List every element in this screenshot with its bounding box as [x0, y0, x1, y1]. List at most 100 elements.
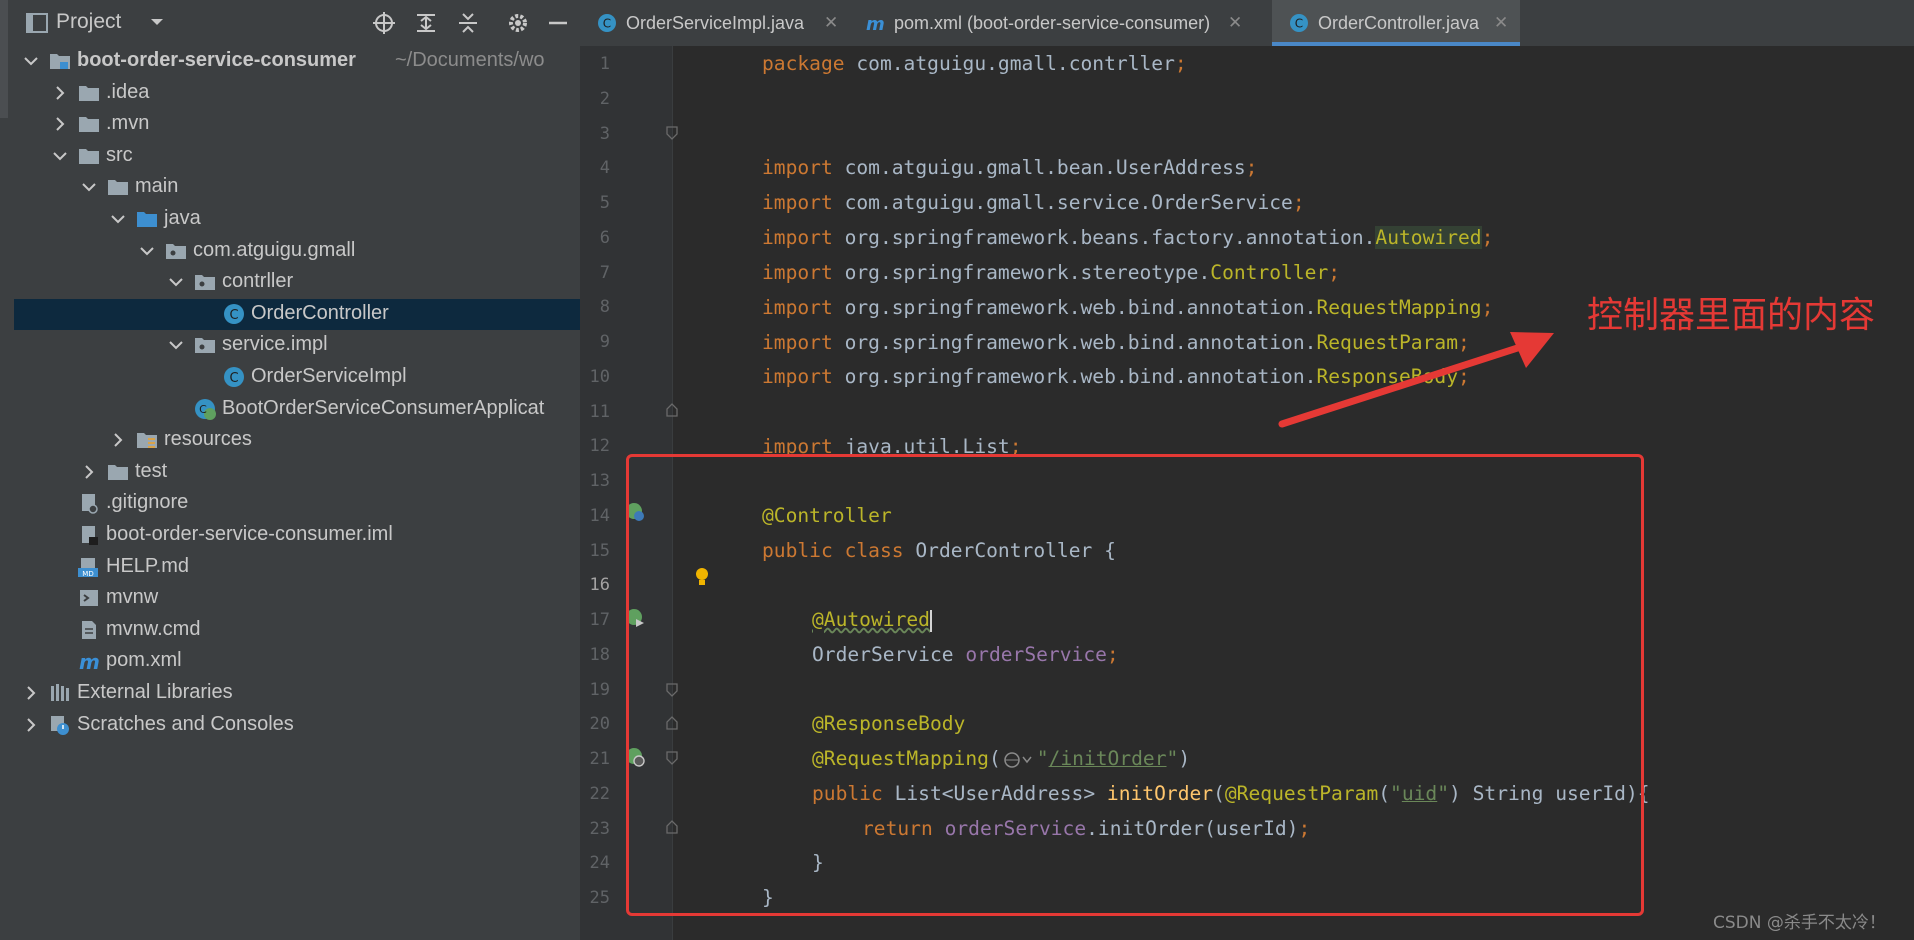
line-number: 9 — [599, 332, 610, 352]
line-number: 7 — [599, 262, 610, 283]
java-class-icon: C — [222, 302, 246, 326]
tab-label: OrderController.java — [1318, 13, 1480, 33]
tree-item-label: mvnw.cmd — [106, 617, 201, 640]
chevron-right-icon[interactable] — [49, 113, 71, 135]
locate-file-icon[interactable] — [371, 10, 397, 36]
folder-icon — [77, 112, 101, 136]
chevron-down-icon[interactable] — [78, 176, 100, 198]
line-number: 5 — [599, 193, 610, 213]
chevron-down-icon[interactable] — [165, 271, 187, 293]
project-panel-title[interactable]: Project — [56, 10, 121, 34]
svg-text:m: m — [79, 650, 100, 673]
tree-item[interactable]: Scratches and Consoles — [14, 710, 580, 741]
tree-item[interactable]: boot-order-service-consumer ~/Documents/w… — [14, 46, 580, 77]
tree-item[interactable]: service.impl — [14, 330, 580, 361]
close-icon[interactable]: ✕ — [824, 13, 838, 33]
tree-item[interactable]: m pom.xml — [14, 646, 580, 677]
java-class-icon: C — [1290, 14, 1308, 32]
hide-panel-icon[interactable] — [545, 10, 571, 36]
project-panel-header: Project — [14, 0, 580, 46]
package-icon — [164, 239, 188, 263]
tree-item[interactable]: contrller — [14, 267, 580, 298]
svg-text:C: C — [1295, 17, 1303, 31]
line-number: 4 — [599, 158, 610, 179]
tree-item-label: java — [164, 207, 201, 229]
tree-item-label: com.atguigu.gmall — [193, 238, 356, 261]
chevron-right-icon[interactable] — [20, 682, 42, 704]
chevron-right-icon[interactable] — [107, 429, 129, 451]
chevron-down-icon[interactable] — [20, 50, 42, 72]
collapse-all-icon[interactable] — [455, 10, 481, 36]
tree-item[interactable]: .mvn — [14, 109, 580, 140]
tree-item-label: .idea — [106, 80, 150, 103]
tab-label: OrderServiceImpl.java — [626, 13, 805, 33]
chevron-right-icon[interactable] — [78, 461, 100, 483]
tab-pom-xml[interactable]: m pom.xml (boot-order-service-consumer) … — [848, 0, 1252, 46]
tree-item[interactable]: MD HELP.md — [14, 552, 580, 583]
close-icon[interactable]: ✕ — [1494, 13, 1508, 33]
tree-item-label: HELP.md — [106, 554, 190, 577]
package-icon — [193, 270, 217, 294]
tree-item-label: pom.xml — [106, 649, 182, 672]
tab-label: pom.xml (boot-order-service-consumer) — [894, 13, 1211, 33]
code-line-5: import org.springframework.beans.factory… — [762, 226, 1494, 249]
chevron-right-icon[interactable] — [20, 714, 42, 736]
tree-item[interactable]: com.atguigu.gmall — [14, 236, 580, 267]
chevron-down-icon[interactable] — [136, 240, 158, 262]
project-tool-button[interactable] — [0, 0, 8, 118]
line-number: 6 — [599, 227, 610, 248]
package-icon — [193, 333, 217, 357]
project-panel: Project boot-order-service-consumer ~/Doc… — [14, 0, 580, 940]
tree-item-label: main — [135, 175, 179, 198]
tree-item[interactable]: main — [14, 172, 580, 203]
module-folder-icon — [48, 49, 72, 73]
close-icon[interactable]: ✕ — [1228, 13, 1242, 33]
code-line-7: import org.springframework.web.bind.anno… — [762, 296, 1494, 319]
scratches-icon — [48, 713, 72, 737]
line-number: 13 — [589, 471, 610, 491]
tree-item[interactable]: C OrderController — [14, 298, 580, 330]
tree-item[interactable]: boot-order-service-consumer.iml — [14, 520, 580, 551]
line-number: 19 — [589, 679, 610, 700]
svg-text:C: C — [603, 17, 611, 31]
svg-text:m: m — [866, 14, 885, 34]
tree-item[interactable]: mvnw — [14, 583, 580, 614]
editor-tab-bar: C OrderServiceImpl.java ✕ m pom.xml (boo… — [580, 0, 1914, 46]
chevron-down-icon[interactable] — [149, 14, 165, 30]
tree-item-label: contrller — [222, 270, 294, 293]
gear-icon[interactable] — [505, 10, 531, 36]
line-number: 8 — [599, 297, 610, 318]
tree-item-label: mvnw — [106, 586, 159, 609]
tab-orderserviceimpl[interactable]: C OrderServiceImpl.java ✕ — [580, 0, 848, 46]
java-class-icon: C — [222, 365, 246, 389]
tree-item[interactable]: .gitignore — [14, 488, 580, 519]
line-number: 1 — [599, 54, 610, 74]
tree-item[interactable]: External Libraries — [14, 678, 580, 709]
chevron-down-icon[interactable] — [107, 208, 129, 230]
line-number: 21 — [589, 749, 610, 769]
chevron-right-icon[interactable] — [49, 82, 71, 104]
libraries-icon — [48, 681, 72, 705]
annotation-label: 控制器里面的内容 — [1587, 295, 1876, 336]
tool-window-strip[interactable] — [0, 0, 15, 940]
line-number: 2 — [599, 88, 610, 109]
tree-item[interactable]: C BootOrderServiceConsumerApplicat — [14, 394, 580, 425]
tab-ordercontroller[interactable]: C OrderController.java ✕ — [1272, 0, 1520, 46]
expand-all-icon[interactable] — [413, 10, 439, 36]
tree-item[interactable]: java — [14, 204, 580, 235]
tree-item[interactable]: src — [14, 141, 580, 172]
text-file-icon — [77, 618, 101, 642]
line-number: 23 — [589, 818, 610, 839]
chevron-down-icon[interactable] — [165, 334, 187, 356]
tree-item[interactable]: C OrderServiceImpl — [14, 362, 580, 393]
chevron-down-icon[interactable] — [49, 145, 71, 167]
folder-icon — [77, 144, 101, 168]
tree-item[interactable]: mvnw.cmd — [14, 615, 580, 646]
line-number: 17 — [589, 610, 610, 630]
code-line-4: import com.atguigu.gmall.service.OrderSe… — [762, 191, 1305, 214]
tree-item[interactable]: .idea — [14, 78, 580, 109]
tree-item[interactable]: resources — [14, 425, 580, 456]
project-view-icon[interactable] — [24, 10, 50, 36]
folder-icon — [106, 460, 130, 484]
tree-item[interactable]: test — [14, 457, 580, 488]
